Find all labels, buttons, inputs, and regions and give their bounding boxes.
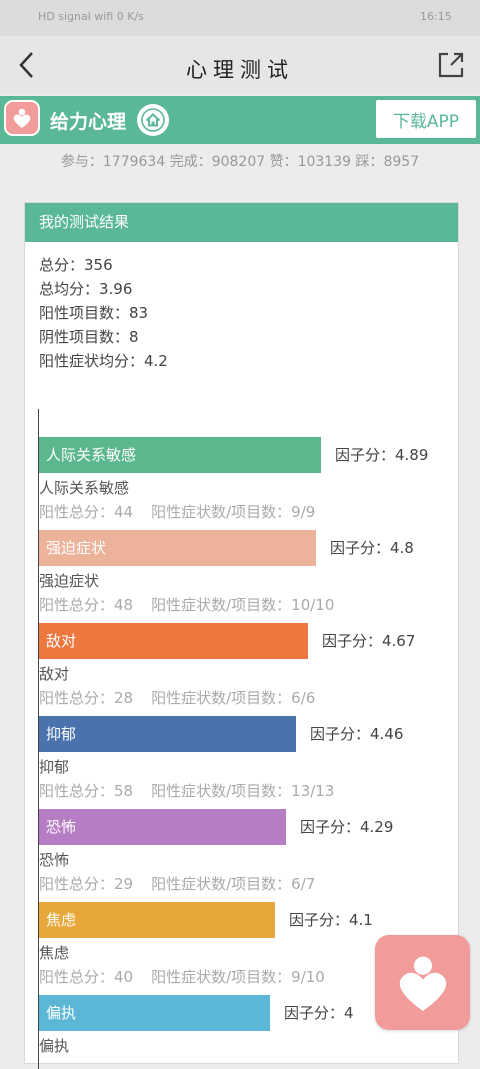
factor-score-label: 因子分：4.1: [289, 911, 373, 929]
symptom-ratio: 阳性症状数/项目数：10/10: [151, 596, 335, 614]
factor-detail: 阳性总分：28 阳性症状数/项目数：6/6: [39, 687, 315, 708]
status-time: 16:15: [420, 10, 452, 23]
factor-bar: 恐怖: [39, 809, 286, 845]
status-bar: HD signal wifi 0 K/s 16:15: [0, 0, 480, 36]
summary-positive-average: 阳性症状均分：4.2: [39, 352, 168, 370]
symptom-ratio: 阳性症状数/项目数：6/7: [151, 875, 316, 893]
factor-score-label: 因子分：4: [284, 1004, 354, 1022]
brand-bar: 给力心理 下载APP: [0, 96, 480, 144]
factor-name: 抑郁: [39, 758, 70, 776]
factor-detail: 阳性总分：44 阳性症状数/项目数：9/9: [39, 501, 315, 522]
home-button[interactable]: [137, 104, 169, 136]
factor-score-label: 因子分：4.67: [322, 632, 416, 650]
heart-logo-icon: [399, 956, 446, 1011]
factor-name: 偏执: [39, 1037, 70, 1055]
factor-detail: 阳性总分：58 阳性症状数/项目数：13/13: [39, 780, 334, 801]
share-icon: [438, 52, 464, 78]
summary-block: 总分：356 总均分：3.96 阳性项目数：83 阴性项目数：8 阳性症状均分：…: [39, 253, 168, 373]
summary-positive-count: 阳性项目数：83: [39, 304, 149, 322]
home-icon: [141, 108, 165, 132]
summary-negative-count: 阴性项目数：8: [39, 328, 139, 346]
symptom-ratio: 阳性症状数/项目数：6/6: [151, 689, 316, 707]
symptom-ratio: 阳性症状数/项目数：9/9: [151, 503, 316, 521]
positive-total: 阳性总分：44: [39, 503, 134, 521]
factor-name: 焦虑: [39, 944, 70, 962]
positive-total: 阳性总分：58: [39, 782, 134, 800]
factor-detail: 阳性总分：40 阳性症状数/项目数：9/10: [39, 966, 325, 987]
factor-detail: 阳性总分：48 阳性症状数/项目数：10/10: [39, 594, 334, 615]
factor-bar: 焦虑: [39, 902, 275, 938]
factor-bar: 人际关系敏感: [39, 437, 321, 473]
factor-score-label: 因子分：4.8: [330, 539, 414, 557]
summary-total: 总分：356: [39, 256, 113, 274]
page-title: 心理测试: [186, 58, 294, 82]
factor-detail: 阳性总分：29 阳性症状数/项目数：6/7: [39, 873, 315, 894]
factor-name: 人际关系敏感: [39, 479, 130, 497]
brand-name: 给力心理: [50, 111, 127, 133]
download-app-button[interactable]: 下载APP: [376, 100, 476, 138]
factor-name: 恐怖: [39, 851, 70, 869]
factor-score-label: 因子分：4.46: [310, 725, 404, 743]
title-bar: 心理测试: [0, 36, 480, 94]
positive-total: 阳性总分：29: [39, 875, 134, 893]
result-card-heading: 我的测试结果: [25, 203, 458, 242]
factor-bar: 敌对: [39, 623, 308, 659]
factor-name: 强迫症状: [39, 572, 100, 590]
positive-total: 阳性总分：40: [39, 968, 134, 986]
summary-average: 总均分：3.96: [39, 280, 133, 298]
factor-score-label: 因子分：4.89: [335, 446, 429, 464]
share-button[interactable]: [436, 50, 466, 80]
stats-line: 参与：1779634 完成：908207 赞：103139 踩：8957: [60, 154, 420, 170]
status-left-icons: HD signal wifi 0 K/s: [38, 10, 144, 23]
positive-total: 阳性总分：28: [39, 689, 134, 707]
heart-logo-icon: [13, 108, 31, 128]
factor-bar: 抑郁: [39, 716, 296, 752]
brand-logo[interactable]: [4, 100, 40, 136]
factor-name: 敌对: [39, 665, 70, 683]
factor-bar: 偏执: [39, 995, 270, 1031]
positive-total: 阳性总分：48: [39, 596, 134, 614]
symptom-ratio: 阳性症状数/项目数：9/10: [151, 968, 325, 986]
factor-bar: 强迫症状: [39, 530, 316, 566]
factor-score-label: 因子分：4.29: [300, 818, 394, 836]
floating-logo-button[interactable]: [375, 935, 470, 1030]
symptom-ratio: 阳性症状数/项目数：13/13: [151, 782, 335, 800]
